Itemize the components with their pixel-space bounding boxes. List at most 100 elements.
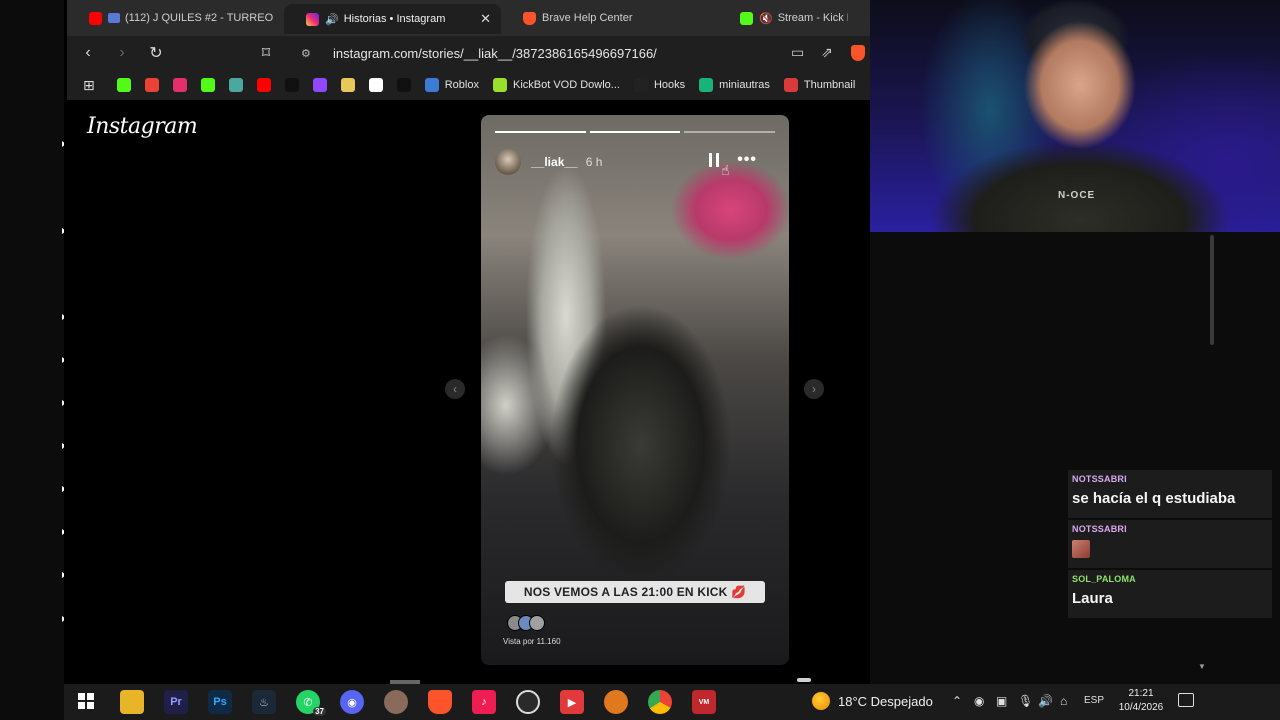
bookmark-item[interactable] [116,78,131,92]
tab-title: Stream - Kick Dash [777,12,848,24]
notification-icon[interactable] [1178,693,1194,707]
weather-sun-icon[interactable] [812,692,830,710]
bookmark-icon[interactable]: ⌑ [253,40,279,66]
clock[interactable]: 21:21 10/4/2026 [1116,687,1166,715]
close-icon[interactable]: ✕ [480,11,491,27]
site-info-icon[interactable]: ⚙ [301,47,317,60]
story-caption: NOS VEMOS A LAS 21:00 EN KICK 💋 [505,581,765,603]
camera-icon[interactable]: ▣ [996,694,1007,708]
windows-start-icon[interactable] [78,693,94,709]
bookmark-item[interactable]: miniautras [699,78,770,92]
chatgpt-icon [368,78,383,92]
tab-title: Brave Help Center [542,12,633,24]
muted-speaker-icon[interactable]: 🔇 [759,12,773,25]
record-icon[interactable]: ◉ [974,694,984,708]
premiere-icon[interactable]: Pr [164,690,188,714]
tab-brave-help[interactable]: Brave Help Center [501,0,718,36]
bookmark-item[interactable] [256,78,271,92]
apps-grid-icon[interactable]: ⊞ [83,77,95,94]
reload-button[interactable]: ↻ [143,40,169,66]
pause-icon[interactable] [709,153,719,167]
chat-username: NOTSSABRI [1072,524,1127,534]
bookmark-item[interactable] [172,78,187,92]
kick-icon [116,78,131,92]
drop-icon [228,78,243,92]
language-indicator[interactable]: ESP [1084,695,1104,706]
address-bar[interactable]: ⚙ instagram.com/stories/__liak__/3872386… [293,40,783,66]
clock-date: 10/4/2026 [1118,702,1164,713]
volume-icon[interactable]: 🔊 [1038,694,1053,708]
scroll-down-icon[interactable]: ▼ [1198,662,1206,671]
file-explorer-icon[interactable] [120,690,144,714]
instagram-logo[interactable]: Instagram [87,114,198,139]
tab-strip: (112) J QUILES #2 - TURREO EDIT 🔊 Histor… [67,0,870,36]
hook-icon [633,78,648,92]
bookmark-item[interactable]: KickBot VOD Dowlo... [492,78,620,92]
bookmark-item[interactable]: Thumbnail [783,78,855,92]
tiktok-icon[interactable]: ♪ [472,690,496,714]
hand-cursor-icon: ☝ [721,162,730,178]
weather-text[interactable]: 18°C Despejado [838,694,933,709]
tab-youtube[interactable]: (112) J QUILES #2 - TURREO EDIT [67,0,284,36]
chat-message: NOTSSABRI [1068,520,1272,568]
photoshop-icon[interactable]: Ps [208,690,232,714]
story-viewer[interactable]: __liak__ 6 h ••• NOS VEMOS A LAS 21:00 E… [481,115,789,665]
chat-username: SOL_PALOMA [1072,574,1136,584]
avatar[interactable] [495,149,521,175]
clock-time: 21:21 [1128,688,1154,699]
network-icon[interactable]: ⌂ [1060,694,1067,708]
viewer-avatars[interactable] [507,615,545,631]
bookmark-item[interactable] [396,78,411,92]
next-story-button[interactable]: › [804,379,824,399]
playlist-icon [108,13,120,23]
cast-icon[interactable]: ▭ [791,44,804,61]
kick-icon [740,11,753,25]
tab-instagram[interactable]: 🔊 Historias • Instagram ✕ [284,4,501,34]
chat-overlay: NOTSSABRI se hacía el q estudiaba NOTSSABR… [1068,470,1272,620]
microphone-icon[interactable]: 🎙 [1018,694,1033,708]
brave-shields-icon[interactable] [851,45,865,61]
forward-button[interactable]: › [109,40,135,66]
tab-title: (112) J QUILES #2 - TURREO EDIT [125,12,274,24]
brave-icon[interactable] [428,690,452,714]
story-username[interactable]: __liak__ [531,155,578,169]
tab-title: Historias • Instagram [343,13,446,25]
brave-icon [523,11,536,25]
whatsapp-icon[interactable]: ✆ 37 [296,690,326,716]
streamlabs-icon[interactable]: ▶ [560,690,584,714]
x-icon [284,78,299,92]
tab-kick-dashboard[interactable]: 🔇 Stream - Kick Dash [718,0,858,36]
bookmark-item[interactable]: Hooks [633,78,685,92]
bookmark-item[interactable]: Roblox [424,78,479,92]
more-options-icon[interactable]: ••• [737,151,757,169]
taskbar: Pr Ps ♨ ✆ 37 ◉ ♪ ▶ VM 18°C Despejado ⌃ ◉ … [64,680,1280,720]
scrollbar[interactable] [797,678,811,682]
bookmark-label: KickBot VOD Dowlo... [512,79,620,91]
bookmark-item[interactable] [340,78,355,92]
bookmark-item[interactable] [144,78,159,92]
chrome-icon[interactable] [648,690,672,714]
share-icon[interactable]: ⇗ [821,44,833,61]
discord-icon[interactable]: ◉ [340,690,364,714]
bookmark-item[interactable] [368,78,383,92]
previous-story-button[interactable]: ‹ [445,379,465,399]
bookmark-item[interactable] [312,78,327,92]
speaker-icon[interactable]: 🔊 [325,13,339,26]
chat-username: NOTSSABRI [1072,474,1127,484]
thumbnail-icon [783,78,798,92]
bookmark-item[interactable] [284,78,299,92]
bookmark-item[interactable] [200,78,215,92]
roblox-icon [424,78,439,92]
bookmark-item[interactable] [228,78,243,92]
steam-icon[interactable]: ♨ [252,690,276,714]
viewed-by-count[interactable]: Vista por 11.160 [503,637,561,646]
voicemeeter-icon[interactable]: VM [692,690,716,714]
chat-scrollbar[interactable] [1210,235,1214,345]
mango-app-icon[interactable] [604,690,628,714]
story-progress-segment [495,131,586,133]
chevron-up-icon[interactable]: ⌃ [952,694,962,708]
obs-icon[interactable] [516,690,540,714]
youtube-icon [89,11,102,25]
app-avatar-icon[interactable] [384,690,408,714]
back-button[interactable]: ‹ [75,40,101,66]
